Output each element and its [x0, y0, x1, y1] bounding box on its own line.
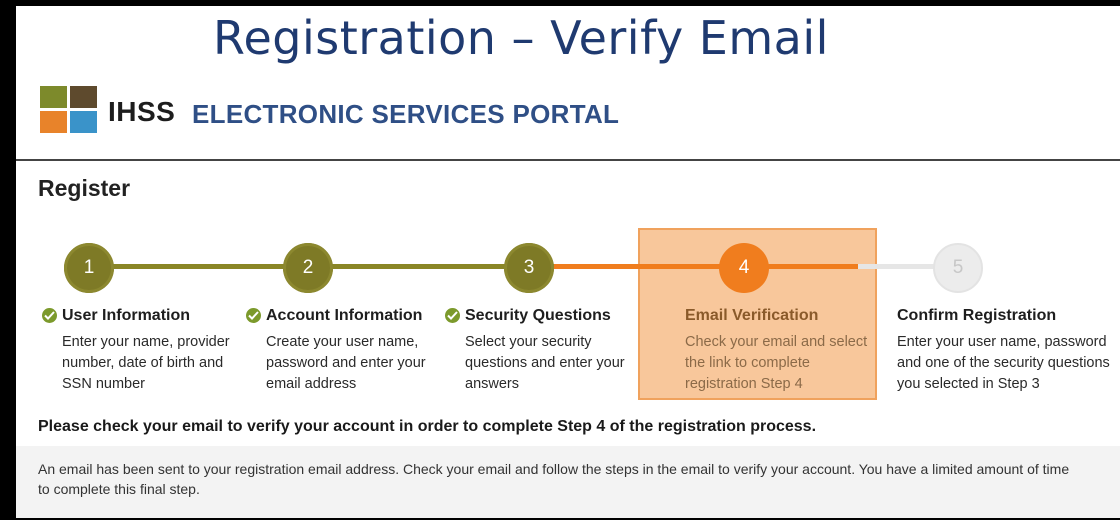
logo-square-blue — [70, 111, 97, 133]
step-2-title: Account Information — [266, 307, 423, 324]
portal-name: ELECTRONIC SERVICES PORTAL — [192, 99, 620, 129]
step-3-circle: 3 — [504, 243, 554, 293]
check-circle-icon — [246, 308, 261, 323]
logo-square-orange — [40, 111, 67, 133]
step-5-description: Enter your user name, password and one o… — [897, 334, 1110, 392]
step-2-description: Create your user name, password and ente… — [266, 334, 426, 392]
verification-info-text: An email has been sent to your registrat… — [38, 461, 1070, 497]
progress-line-active — [554, 264, 858, 269]
step-5-title: Confirm Registration — [897, 307, 1057, 324]
step-2-circle: 2 — [283, 243, 333, 293]
register-heading: Register — [38, 175, 131, 201]
step-1-title: User Information — [62, 307, 191, 324]
step-4-circle: 4 — [719, 243, 769, 293]
ihss-logo-icon — [40, 86, 98, 134]
header-divider — [16, 159, 1120, 161]
logo-square-brown — [70, 86, 97, 108]
video-frame: Registration – Verify Email IHSS ELECTRO… — [0, 0, 1120, 520]
portal-logo-text: IHSS — [108, 96, 176, 127]
step-4-title: Email Verification — [685, 307, 819, 324]
check-circle-icon — [445, 308, 460, 323]
slide-title: Registration – Verify Email — [213, 11, 829, 65]
step-5-circle: 5 — [933, 243, 983, 293]
verification-notice: Please check your email to verify your a… — [38, 418, 817, 435]
step-4-description: Check your email and select the link to … — [685, 334, 868, 392]
logo-square-green — [40, 86, 67, 108]
step-3-title: Security Questions — [465, 307, 611, 324]
step-1-circle: 1 — [64, 243, 114, 293]
step-3-description: Select your security questions and enter… — [465, 334, 625, 392]
check-circle-icon — [42, 308, 57, 323]
step-1-description: Enter your name, provider number, date o… — [62, 334, 230, 392]
slide: Registration – Verify Email IHSS ELECTRO… — [16, 6, 1120, 518]
